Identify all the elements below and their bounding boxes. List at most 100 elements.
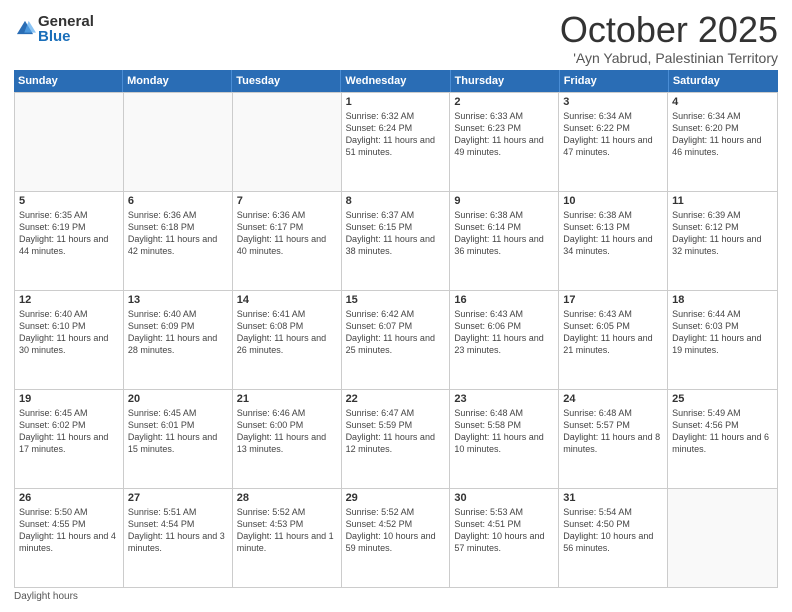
calendar-cell: 27Sunrise: 5:51 AM Sunset: 4:54 PM Dayli… xyxy=(124,489,233,587)
cell-info: Sunrise: 6:36 AM Sunset: 6:17 PM Dayligh… xyxy=(237,209,337,258)
day-number: 6 xyxy=(128,195,228,207)
cell-info: Sunrise: 6:40 AM Sunset: 6:09 PM Dayligh… xyxy=(128,308,228,357)
cell-info: Sunrise: 6:41 AM Sunset: 6:08 PM Dayligh… xyxy=(237,308,337,357)
cell-info: Sunrise: 6:44 AM Sunset: 6:03 PM Dayligh… xyxy=(672,308,773,357)
cell-info: Sunrise: 6:47 AM Sunset: 5:59 PM Dayligh… xyxy=(346,407,446,456)
calendar-cell: 28Sunrise: 5:52 AM Sunset: 4:53 PM Dayli… xyxy=(233,489,342,587)
cell-info: Sunrise: 5:53 AM Sunset: 4:51 PM Dayligh… xyxy=(454,506,554,555)
day-number: 8 xyxy=(346,195,446,207)
day-number: 13 xyxy=(128,294,228,306)
cell-info: Sunrise: 6:32 AM Sunset: 6:24 PM Dayligh… xyxy=(346,110,446,159)
day-number: 10 xyxy=(563,195,663,207)
footer-note: Daylight hours xyxy=(14,588,778,602)
calendar-cell: 13 Sunrise: 6:40 AM Sunset: 6:09 PM Dayli… xyxy=(124,291,233,389)
calendar-cell: 2Sunrise: 6:33 AM Sunset: 6:23 PM Daylig… xyxy=(450,93,559,191)
calendar-cell: 17 Sunrise: 6:43 AM Sunset: 6:05 PM Dayli… xyxy=(559,291,668,389)
cell-info: Sunrise: 6:40 AM Sunset: 6:10 PM Dayligh… xyxy=(19,308,119,357)
header-day-friday: Friday xyxy=(560,70,669,92)
day-number: 21 xyxy=(237,393,337,405)
calendar-cell: 24 Sunrise: 6:48 AM Sunset: 5:57 PM Dayli… xyxy=(559,390,668,488)
calendar: SundayMondayTuesdayWednesdayThursdayFrid… xyxy=(14,70,778,588)
cell-info: Sunrise: 6:43 AM Sunset: 6:05 PM Dayligh… xyxy=(563,308,663,357)
cell-info: Sunrise: 5:52 AM Sunset: 4:53 PM Dayligh… xyxy=(237,506,337,555)
header-day-sunday: Sunday xyxy=(14,70,123,92)
cell-info: Sunrise: 6:38 AM Sunset: 6:14 PM Dayligh… xyxy=(454,209,554,258)
month-title: October 2025 xyxy=(560,10,778,50)
calendar-cell: 4 Sunrise: 6:34 AM Sunset: 6:20 PM Daylig… xyxy=(668,93,777,191)
calendar-cell: 25 Sunrise: 5:49 AM Sunset: 4:56 PM Dayli… xyxy=(668,390,777,488)
header: General Blue October 2025 'Ayn Yabrud, P… xyxy=(14,10,778,66)
calendar-cell: 19 Sunrise: 6:45 AM Sunset: 6:02 PM Dayli… xyxy=(15,390,124,488)
cell-info: Sunrise: 6:48 AM Sunset: 5:58 PM Dayligh… xyxy=(454,407,554,456)
logo: General Blue xyxy=(14,14,94,44)
cell-info: Sunrise: 5:50 AM Sunset: 4:55 PM Dayligh… xyxy=(19,506,119,555)
header-day-monday: Monday xyxy=(123,70,232,92)
calendar-cell: 21 Sunrise: 6:46 AM Sunset: 6:00 PM Dayli… xyxy=(233,390,342,488)
day-number: 15 xyxy=(346,294,446,306)
calendar-cell: 30Sunrise: 5:53 AM Sunset: 4:51 PM Dayli… xyxy=(450,489,559,587)
day-number: 16 xyxy=(454,294,554,306)
cell-info: Sunrise: 6:37 AM Sunset: 6:15 PM Dayligh… xyxy=(346,209,446,258)
day-number: 18 xyxy=(672,294,773,306)
day-number: 1 xyxy=(346,96,446,108)
cell-info: Sunrise: 6:38 AM Sunset: 6:13 PM Dayligh… xyxy=(563,209,663,258)
day-number: 14 xyxy=(237,294,337,306)
cell-info: Sunrise: 6:48 AM Sunset: 5:57 PM Dayligh… xyxy=(563,407,663,456)
cell-info: Sunrise: 6:36 AM Sunset: 6:18 PM Dayligh… xyxy=(128,209,228,258)
calendar-cell: 9 Sunrise: 6:38 AM Sunset: 6:14 PM Daylig… xyxy=(450,192,559,290)
day-number: 11 xyxy=(672,195,773,207)
title-block: October 2025 'Ayn Yabrud, Palestinian Te… xyxy=(560,10,778,66)
day-number: 7 xyxy=(237,195,337,207)
calendar-row-4: 19 Sunrise: 6:45 AM Sunset: 6:02 PM Dayli… xyxy=(15,389,777,488)
calendar-cell: 31 Sunrise: 5:54 AM Sunset: 4:50 PM Dayli… xyxy=(559,489,668,587)
logo-general: General xyxy=(38,14,94,29)
cell-info: Sunrise: 5:54 AM Sunset: 4:50 PM Dayligh… xyxy=(563,506,663,555)
cell-info: Sunrise: 6:34 AM Sunset: 6:22 PM Dayligh… xyxy=(563,110,663,159)
cell-info: Sunrise: 6:45 AM Sunset: 6:02 PM Dayligh… xyxy=(19,407,119,456)
calendar-cell: 8 Sunrise: 6:37 AM Sunset: 6:15 PM Daylig… xyxy=(342,192,451,290)
cell-info: Sunrise: 6:35 AM Sunset: 6:19 PM Dayligh… xyxy=(19,209,119,258)
cell-info: Sunrise: 6:33 AM Sunset: 6:23 PM Dayligh… xyxy=(454,110,554,159)
calendar-cell xyxy=(233,93,342,191)
calendar-cell: 23 Sunrise: 6:48 AM Sunset: 5:58 PM Dayli… xyxy=(450,390,559,488)
calendar-cell: 5Sunrise: 6:35 AM Sunset: 6:19 PM Daylig… xyxy=(15,192,124,290)
calendar-cell: 29Sunrise: 5:52 AM Sunset: 4:52 PM Dayli… xyxy=(342,489,451,587)
day-number: 3 xyxy=(563,96,663,108)
cell-info: Sunrise: 6:39 AM Sunset: 6:12 PM Dayligh… xyxy=(672,209,773,258)
cell-info: Sunrise: 6:42 AM Sunset: 6:07 PM Dayligh… xyxy=(346,308,446,357)
calendar-cell: 7 Sunrise: 6:36 AM Sunset: 6:17 PM Daylig… xyxy=(233,192,342,290)
day-number: 12 xyxy=(19,294,119,306)
cell-info: Sunrise: 6:34 AM Sunset: 6:20 PM Dayligh… xyxy=(672,110,773,159)
day-number: 4 xyxy=(672,96,773,108)
header-day-thursday: Thursday xyxy=(451,70,560,92)
day-number: 31 xyxy=(563,492,663,504)
header-day-wednesday: Wednesday xyxy=(341,70,450,92)
logo-icon xyxy=(14,18,36,40)
calendar-cell: 10 Sunrise: 6:38 AM Sunset: 6:13 PM Dayli… xyxy=(559,192,668,290)
cell-info: Sunrise: 6:45 AM Sunset: 6:01 PM Dayligh… xyxy=(128,407,228,456)
calendar-cell xyxy=(15,93,124,191)
day-number: 24 xyxy=(563,393,663,405)
calendar-cell: 12 Sunrise: 6:40 AM Sunset: 6:10 PM Dayli… xyxy=(15,291,124,389)
calendar-cell: 6 Sunrise: 6:36 AM Sunset: 6:18 PM Daylig… xyxy=(124,192,233,290)
calendar-cell: 3 Sunrise: 6:34 AM Sunset: 6:22 PM Daylig… xyxy=(559,93,668,191)
calendar-cell: 18 Sunrise: 6:44 AM Sunset: 6:03 PM Dayli… xyxy=(668,291,777,389)
page: General Blue October 2025 'Ayn Yabrud, P… xyxy=(0,0,792,612)
cell-info: Sunrise: 5:49 AM Sunset: 4:56 PM Dayligh… xyxy=(672,407,773,456)
calendar-row-2: 5Sunrise: 6:35 AM Sunset: 6:19 PM Daylig… xyxy=(15,191,777,290)
day-number: 19 xyxy=(19,393,119,405)
cell-info: Sunrise: 6:46 AM Sunset: 6:00 PM Dayligh… xyxy=(237,407,337,456)
calendar-cell: 15 Sunrise: 6:42 AM Sunset: 6:07 PM Dayli… xyxy=(342,291,451,389)
day-number: 20 xyxy=(128,393,228,405)
day-number: 25 xyxy=(672,393,773,405)
header-day-tuesday: Tuesday xyxy=(232,70,341,92)
cell-info: Sunrise: 6:43 AM Sunset: 6:06 PM Dayligh… xyxy=(454,308,554,357)
day-number: 27 xyxy=(128,492,228,504)
day-number: 9 xyxy=(454,195,554,207)
calendar-cell: 14 Sunrise: 6:41 AM Sunset: 6:08 PM Dayli… xyxy=(233,291,342,389)
day-number: 23 xyxy=(454,393,554,405)
day-number: 17 xyxy=(563,294,663,306)
calendar-cell: 26Sunrise: 5:50 AM Sunset: 4:55 PM Dayli… xyxy=(15,489,124,587)
calendar-header: SundayMondayTuesdayWednesdayThursdayFrid… xyxy=(14,70,778,92)
logo-text: General Blue xyxy=(38,14,94,44)
